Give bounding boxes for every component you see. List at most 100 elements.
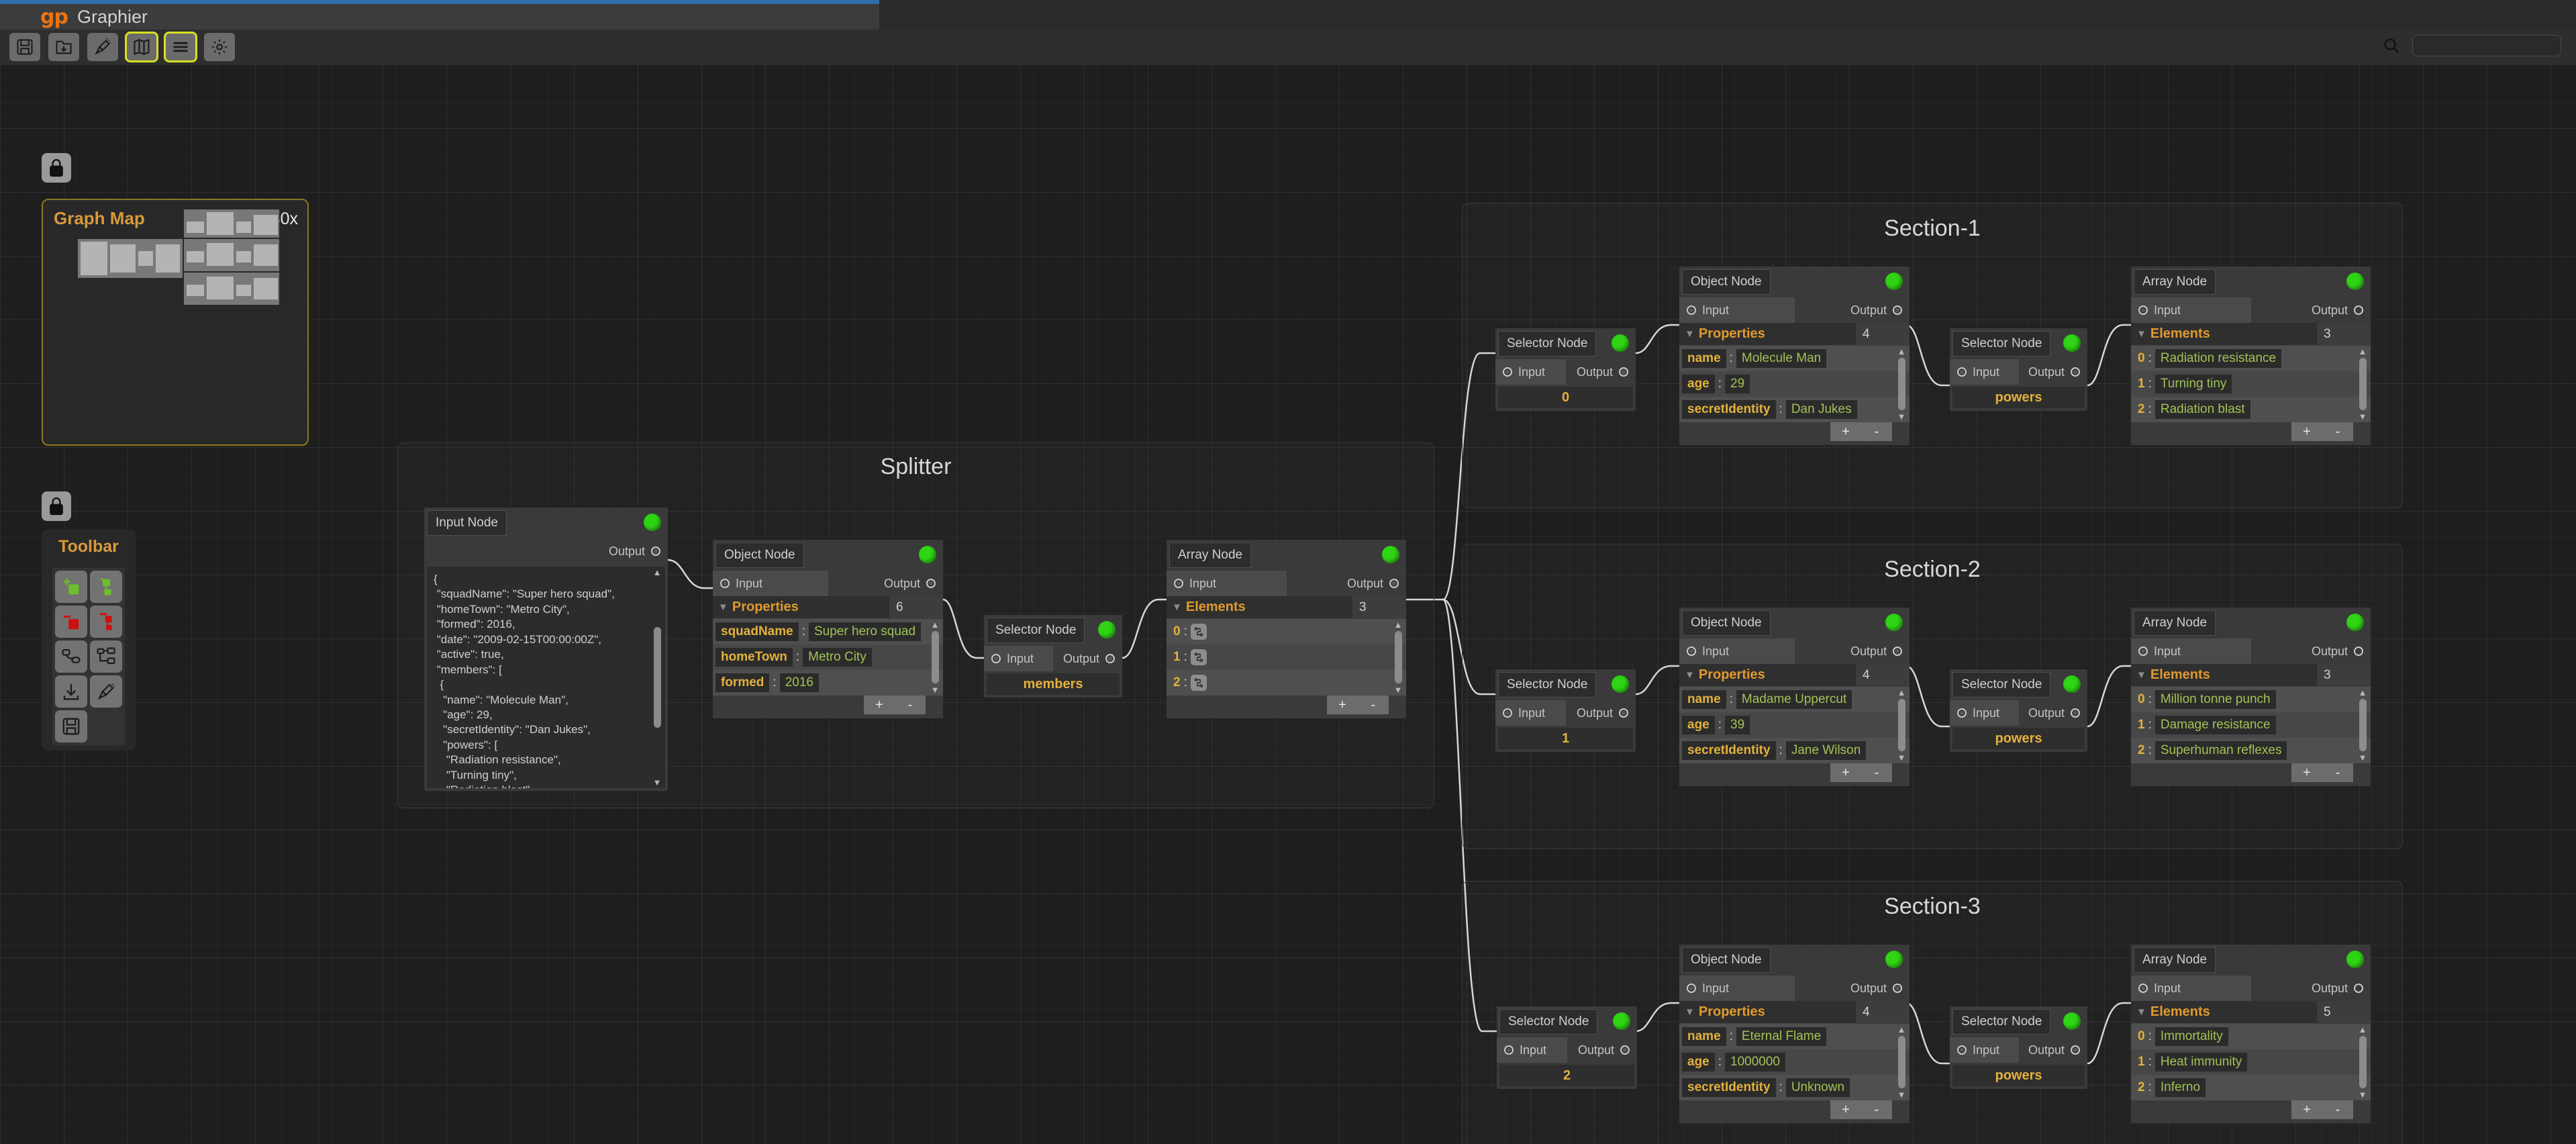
input-port[interactable] xyxy=(1504,1045,1514,1055)
settings-button[interactable] xyxy=(204,33,235,61)
scroll-up-icon[interactable]: ▲ xyxy=(2359,347,2367,356)
scroll-up-icon[interactable]: ▲ xyxy=(2359,1025,2367,1034)
elements-header[interactable]: ▼ Elements 3 xyxy=(1167,595,1406,619)
property-value[interactable]: Dan Jukes xyxy=(1785,400,1857,419)
scroll-up-icon[interactable]: ▲ xyxy=(1897,1025,1906,1034)
add-property-button[interactable]: + xyxy=(1830,422,1861,441)
scroll-thumb[interactable] xyxy=(2359,699,2367,751)
add-node-button[interactable] xyxy=(55,571,87,603)
table-row[interactable]: secretIdentity : Jane Wilson xyxy=(1679,738,1910,763)
output-port[interactable] xyxy=(1620,1045,1630,1055)
node-header[interactable]: Array Node xyxy=(2131,945,2371,975)
element-value[interactable]: Radiation blast xyxy=(2154,400,2250,419)
property-key[interactable]: age xyxy=(1682,375,1715,393)
input-port[interactable] xyxy=(1503,367,1512,377)
scroll-up-icon[interactable]: ▲ xyxy=(1394,620,1403,629)
output-port[interactable] xyxy=(1619,708,1628,718)
elements-list[interactable]: 0 : Radiation resistance 1 : Turning tin… xyxy=(2131,346,2371,422)
properties-scrollbar[interactable]: ▲ ▼ xyxy=(1895,688,1908,762)
element-value[interactable]: Damage resistance xyxy=(2154,716,2276,734)
subgraph-icon[interactable] xyxy=(1190,675,1207,691)
remove-property-button[interactable]: - xyxy=(1861,763,1892,782)
scroll-thumb[interactable] xyxy=(2359,1036,2367,1088)
element-value[interactable]: Turning tiny xyxy=(2154,375,2232,393)
output-port[interactable] xyxy=(926,579,936,588)
graph-canvas[interactable]: Graph Map 0.80x xyxy=(0,64,2576,1144)
add-property-button[interactable]: + xyxy=(1830,763,1861,782)
input-port-row[interactable]: Input xyxy=(1950,1037,2019,1063)
output-port[interactable] xyxy=(1893,305,1902,315)
input-port-row[interactable]: Input xyxy=(1495,359,1566,385)
output-port[interactable] xyxy=(651,546,660,556)
selector-value[interactable]: members xyxy=(987,673,1120,695)
add-element-button[interactable]: + xyxy=(1327,696,1358,714)
json-scrollbar[interactable]: ▲ ▼ xyxy=(650,568,664,787)
elements-list[interactable]: 0 : 1 : 2 : ▲ ▼ xyxy=(1167,619,1406,696)
output-port-row[interactable]: Output xyxy=(2019,700,2088,726)
input-port-row[interactable]: Input xyxy=(713,571,828,596)
elements-header[interactable]: ▼ Elements 3 xyxy=(2131,663,2371,687)
property-key[interactable]: formed xyxy=(715,673,770,692)
node-header[interactable]: Input Node xyxy=(424,508,668,538)
graph-map-thumbnail[interactable] xyxy=(43,200,310,314)
elements-scrollbar[interactable]: ▲ ▼ xyxy=(1391,620,1405,694)
list-item[interactable]: 0 : xyxy=(1167,619,1406,645)
property-value[interactable]: Unknown xyxy=(1785,1078,1850,1097)
output-port-row[interactable]: Output xyxy=(1795,638,1910,664)
selector-value[interactable]: powers xyxy=(1952,728,2085,749)
list-item[interactable]: 1 : Heat immunity xyxy=(2131,1049,2371,1075)
list-item[interactable]: 0 : Radiation resistance xyxy=(2131,346,2371,371)
input-port-row[interactable]: Input xyxy=(1950,359,2019,385)
add-property-button[interactable]: + xyxy=(864,696,895,714)
table-row[interactable]: name : Molecule Man xyxy=(1679,346,1910,371)
scroll-thumb[interactable] xyxy=(1897,358,1905,410)
save-graph-button[interactable] xyxy=(55,710,87,743)
array-node[interactable]: Array Node Input Output ▼ Elements 3 0:… xyxy=(1167,540,1406,718)
index-selector-node-2[interactable]: Selector Node Input Output 1 xyxy=(1495,669,1636,752)
list-item[interactable]: 2 : xyxy=(1167,670,1406,696)
search-icon[interactable] xyxy=(2381,36,2401,56)
input-port-row[interactable]: Input xyxy=(1679,297,1795,323)
key-selector-node-2[interactable]: Selector Node Input Output powers xyxy=(1950,669,2087,752)
input-port[interactable] xyxy=(720,579,730,588)
scroll-thumb[interactable] xyxy=(2359,358,2367,410)
chevron-down-icon[interactable]: ▼ xyxy=(2136,328,2146,340)
node-header[interactable]: Object Node xyxy=(1679,945,1910,975)
toolbar-lock-button[interactable] xyxy=(42,491,71,521)
output-port-row[interactable]: Output xyxy=(2251,975,2371,1001)
table-row[interactable]: formed : 2016 xyxy=(713,670,943,696)
properties-header[interactable]: ▼ Properties 4 xyxy=(1679,663,1910,687)
input-port[interactable] xyxy=(1957,367,1967,377)
index-selector-node-3[interactable]: Selector Node Input Output 2 xyxy=(1497,1006,1637,1089)
input-port-row[interactable]: Input xyxy=(1167,571,1287,596)
property-key[interactable]: name xyxy=(1682,1027,1726,1046)
properties-scrollbar[interactable]: ▲ ▼ xyxy=(1895,347,1908,421)
chevron-down-icon[interactable]: ▼ xyxy=(2136,1006,2146,1018)
property-value[interactable]: 1000000 xyxy=(1725,1053,1785,1071)
table-row[interactable]: age : 39 xyxy=(1679,712,1910,738)
link-nodes-button[interactable] xyxy=(55,640,87,673)
input-port-row[interactable]: Input xyxy=(2131,297,2251,323)
array-node-1[interactable]: Array Node Input Output ▼ Elements 3 0:… xyxy=(2131,267,2371,445)
remove-element-button[interactable]: - xyxy=(2322,763,2353,782)
scroll-thumb[interactable] xyxy=(1897,1036,1905,1088)
input-port[interactable] xyxy=(1957,708,1967,718)
properties-header[interactable]: ▼ Properties 6 xyxy=(713,595,943,619)
property-value[interactable]: 39 xyxy=(1725,716,1750,734)
output-port-row[interactable]: Output xyxy=(1795,297,1910,323)
scroll-down-icon[interactable]: ▼ xyxy=(2359,412,2367,421)
node-header[interactable]: Array Node xyxy=(2131,267,2371,297)
add-element-button[interactable]: + xyxy=(2291,763,2322,782)
element-value[interactable]: Inferno xyxy=(2154,1078,2206,1097)
add-child-node-button[interactable] xyxy=(90,571,122,603)
add-element-button[interactable]: + xyxy=(2291,422,2322,441)
scroll-thumb[interactable] xyxy=(931,631,939,683)
property-key[interactable]: name xyxy=(1682,349,1726,368)
input-port-row[interactable]: Input xyxy=(2131,975,2251,1001)
scroll-down-icon[interactable]: ▼ xyxy=(653,778,662,787)
table-row[interactable]: name : Eternal Flame xyxy=(1679,1024,1910,1049)
list-item[interactable]: 0 : Immortality xyxy=(2131,1024,2371,1049)
input-node[interactable]: Input Node Output { "squadName": "Super … xyxy=(424,508,668,791)
element-value[interactable]: Superhuman reflexes xyxy=(2154,741,2287,760)
elements-header[interactable]: ▼ Elements 3 xyxy=(2131,322,2371,346)
